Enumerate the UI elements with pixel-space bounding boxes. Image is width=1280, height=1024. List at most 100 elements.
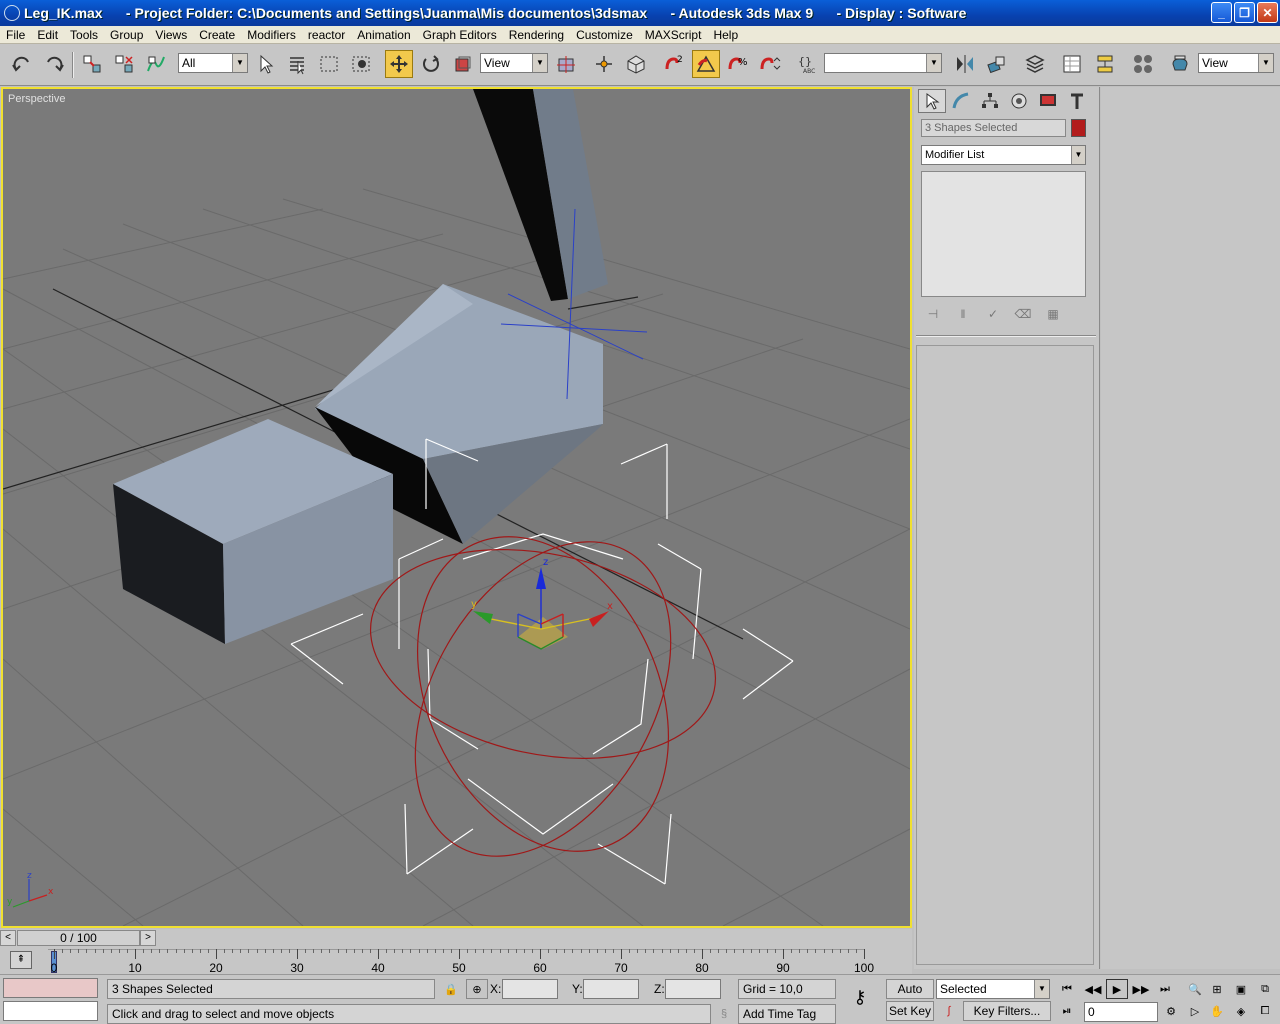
menu-tools[interactable]: Tools (64, 28, 104, 42)
create-tab-icon[interactable] (918, 89, 946, 113)
select-and-manipulate-icon[interactable] (590, 50, 618, 78)
menu-create[interactable]: Create (193, 28, 241, 42)
maxscript-listener-mini[interactable] (3, 978, 98, 998)
arc-rotate-icon[interactable]: ◈ (1230, 1001, 1252, 1021)
named-selection-sets-dropdown[interactable]: ▼ (824, 53, 942, 73)
unlink-selection-icon[interactable] (110, 50, 138, 78)
show-end-result-icon[interactable]: ‖ (951, 304, 975, 324)
hierarchy-tab-icon[interactable] (976, 89, 1004, 113)
pin-stack-icon[interactable]: ⊣ (921, 304, 945, 324)
viewport-label[interactable]: Perspective (8, 93, 65, 105)
track-bar[interactable]: ⇞ 0 10 20 30 40 50 60 70 80 90 100 (0, 947, 912, 975)
select-object-icon[interactable] (252, 50, 280, 78)
go-to-end-icon[interactable]: ⏭ (1154, 979, 1176, 999)
y-coordinate-field[interactable] (583, 979, 639, 999)
schematic-view-icon[interactable] (1091, 50, 1119, 78)
keyboard-shortcut-override-icon[interactable] (622, 50, 650, 78)
menu-animation[interactable]: Animation (351, 28, 416, 42)
menu-views[interactable]: Views (149, 28, 193, 42)
close-button[interactable]: ✕ (1257, 2, 1278, 23)
selection-filter-dropdown[interactable]: All ▼ (178, 53, 248, 73)
mirror-icon[interactable] (951, 50, 979, 78)
snaps-toggle-icon[interactable]: 2 (660, 50, 688, 78)
auto-key-button[interactable]: Auto Key (886, 979, 934, 1014)
previous-frame-icon[interactable]: ◀◀ (1082, 979, 1104, 999)
modify-tab-icon[interactable] (947, 89, 975, 113)
minimize-button[interactable]: _ (1211, 2, 1232, 23)
menu-edit[interactable]: Edit (31, 28, 64, 42)
use-pivot-center-icon[interactable] (552, 50, 580, 78)
display-tab-icon[interactable] (1034, 89, 1062, 113)
utilities-tab-icon[interactable] (1063, 89, 1091, 113)
open-mini-curve-editor-icon[interactable]: ⇞ (10, 951, 32, 969)
spinner-snap-toggle-icon[interactable] (756, 50, 784, 78)
next-frame-icon[interactable]: ▶▶ (1130, 979, 1152, 999)
object-color-swatch[interactable] (1071, 119, 1086, 137)
menu-rendering[interactable]: Rendering (503, 28, 570, 42)
default-in-out-tangents-icon[interactable]: ∫ (938, 1001, 960, 1021)
track-ruler[interactable]: 0 10 20 30 40 50 60 70 80 90 100 (48, 949, 874, 975)
render-scene-dialog-icon[interactable] (1166, 50, 1194, 78)
viewport-scene[interactable]: z x y z x y (3, 89, 910, 926)
menu-file[interactable]: File (0, 28, 31, 42)
key-mode-toggle-icon[interactable]: ⏯ (1056, 1001, 1078, 1021)
maxscript-listener-input[interactable] (3, 1001, 98, 1021)
curve-editor-icon[interactable] (1058, 50, 1086, 78)
time-slider-previous-button[interactable]: < (0, 930, 16, 946)
perspective-viewport[interactable]: z x y z x y Perspective (1, 87, 912, 928)
make-unique-icon[interactable]: ✓ (981, 304, 1005, 324)
align-icon[interactable] (983, 50, 1011, 78)
go-to-start-icon[interactable]: ⏮ (1056, 979, 1078, 999)
configure-modifier-sets-icon[interactable]: ▦ (1041, 304, 1065, 324)
menu-modifiers[interactable]: Modifiers (241, 28, 302, 42)
percent-snap-toggle-icon[interactable]: % (724, 50, 752, 78)
object-name-field[interactable]: 3 Shapes Selected (921, 119, 1066, 137)
menu-group[interactable]: Group (104, 28, 149, 42)
maximize-viewport-toggle-icon[interactable]: ⧠ (1254, 1001, 1276, 1021)
z-coordinate-field[interactable] (665, 979, 721, 999)
remove-modifier-icon[interactable]: ⌫ (1011, 304, 1035, 324)
window-crossing-icon[interactable] (347, 50, 375, 78)
menu-customize[interactable]: Customize (570, 28, 639, 42)
3dsmax-app-icon[interactable] (4, 5, 20, 21)
add-time-tag-button[interactable]: Add Time Tag (738, 1004, 836, 1024)
set-keys-key-icon[interactable]: ⚷ (846, 987, 874, 1007)
modifier-list-dropdown[interactable]: Modifier List ▼ (921, 145, 1086, 165)
redo-icon[interactable] (40, 50, 68, 78)
lock-selection-icon[interactable]: 🔒 (440, 979, 462, 999)
select-and-rotate-icon[interactable] (417, 50, 445, 78)
time-configuration-icon[interactable]: ⚙ (1160, 1001, 1182, 1021)
render-type-dropdown[interactable]: View ▼ (1198, 53, 1274, 73)
zoom-extents-all-icon[interactable]: ⧉ (1254, 979, 1276, 999)
current-frame-field[interactable]: 0 (1084, 1002, 1158, 1022)
motion-tab-icon[interactable] (1005, 89, 1033, 113)
angle-snap-toggle-icon[interactable] (692, 50, 720, 78)
menu-maxscript[interactable]: MAXScript (639, 28, 708, 42)
field-of-view-icon[interactable]: ▷ (1184, 1001, 1206, 1021)
set-key-button[interactable]: Set Key (886, 1001, 934, 1021)
select-and-scale-icon[interactable] (449, 50, 477, 78)
pan-view-icon[interactable]: ✋ (1206, 1001, 1228, 1021)
key-mode-dropdown[interactable]: Selected ▼ (936, 979, 1050, 999)
undo-icon[interactable] (8, 50, 36, 78)
bind-to-space-warp-icon[interactable] (142, 50, 170, 78)
key-filters-button[interactable]: Key Filters... (963, 1001, 1051, 1021)
time-slider-next-button[interactable]: > (140, 930, 156, 946)
menu-graph-editors[interactable]: Graph Editors (417, 28, 503, 42)
time-slider[interactable]: < 0 / 100 > (0, 929, 912, 947)
zoom-all-icon[interactable]: ⊞ (1206, 979, 1228, 999)
modifier-stack-list[interactable] (921, 171, 1086, 297)
restore-button[interactable]: ❐ (1234, 2, 1255, 23)
select-and-link-icon[interactable] (78, 50, 106, 78)
time-slider-thumb[interactable]: 0 / 100 (17, 930, 140, 946)
x-coordinate-field[interactable] (502, 979, 558, 999)
select-and-move-icon[interactable] (385, 50, 413, 78)
play-animation-icon[interactable]: ▶ (1106, 979, 1128, 999)
zoom-icon[interactable]: 🔍 (1184, 979, 1206, 999)
rectangular-selection-icon[interactable] (315, 50, 343, 78)
edit-named-selection-icon[interactable]: {} ABC (794, 50, 822, 78)
zoom-extents-icon[interactable]: ▣ (1230, 979, 1252, 999)
select-by-name-icon[interactable] (283, 50, 311, 78)
menu-help[interactable]: Help (707, 28, 744, 42)
material-editor-icon[interactable] (1129, 50, 1157, 78)
